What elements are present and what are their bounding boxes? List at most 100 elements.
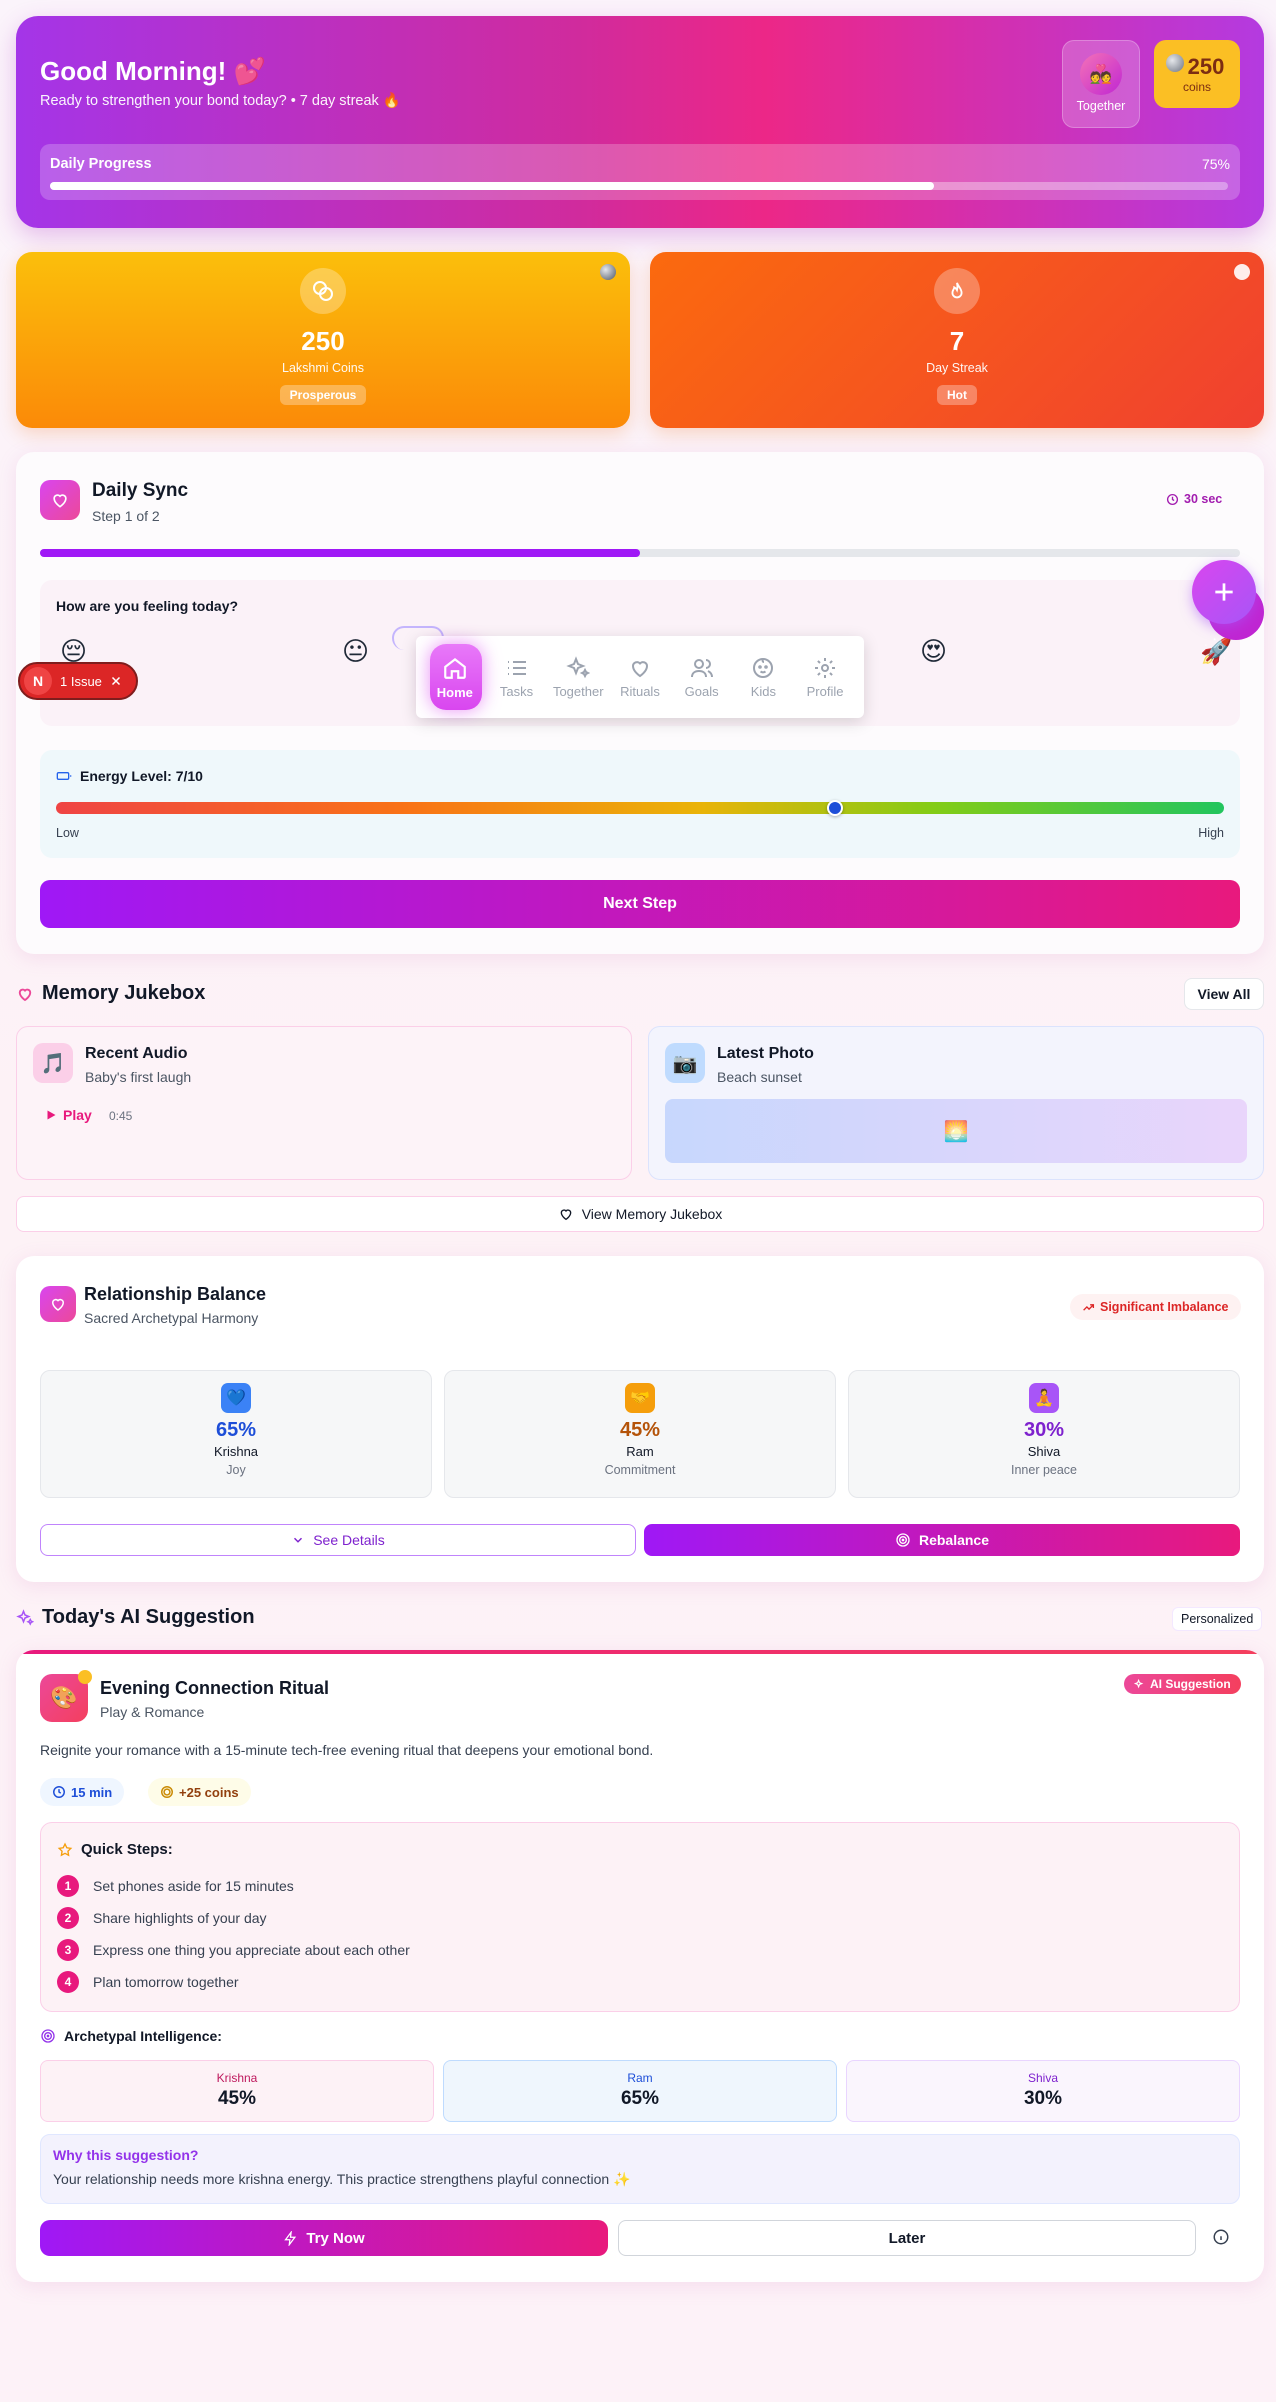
- nav-tasks[interactable]: Tasks: [489, 656, 545, 699]
- intel-shiva: Shiva 30%: [846, 2060, 1240, 2122]
- nav-goals[interactable]: Goals: [674, 656, 730, 699]
- feeling-question: How are you feeling today?: [56, 598, 239, 614]
- mood-love[interactable]: 😍: [920, 636, 947, 667]
- greeting-title: Good Morning! 💕: [40, 56, 266, 86]
- gear-icon: [815, 657, 836, 678]
- baby-icon: [753, 657, 774, 678]
- step-text: Share highlights of your day: [93, 1910, 267, 1926]
- why-suggestion: Why this suggestion? Your relationship n…: [40, 2134, 1240, 2204]
- issue-badge[interactable]: N 1 Issue: [18, 662, 138, 700]
- view-memory-jukebox-button[interactable]: View Memory Jukebox: [16, 1196, 1264, 1232]
- coins-badge[interactable]: 250 coins: [1154, 40, 1240, 108]
- heart-icon: [40, 480, 80, 520]
- archetype-krishna[interactable]: 💙 65% Krishna Joy: [40, 1370, 432, 1498]
- play-button[interactable]: Play: [45, 1107, 92, 1123]
- ai-description: Reignite your romance with a 15-minute t…: [40, 1742, 654, 1758]
- energy-section: Energy Level: 7/10 Low High: [40, 750, 1240, 858]
- nav-profile[interactable]: Profile: [797, 656, 853, 699]
- sync-timer: 30 sec: [1166, 492, 1222, 506]
- intel-value: 45%: [217, 2088, 257, 2109]
- photo-thumbnail[interactable]: 🌅: [665, 1099, 1247, 1163]
- step-item: 2 Share highlights of your day: [57, 1907, 267, 1929]
- intel-krishna: Krishna 45%: [40, 2060, 434, 2122]
- stat-value: 250: [301, 326, 345, 356]
- archetype-shiva[interactable]: 🧘 30% Shiva Inner peace: [848, 1370, 1240, 1498]
- why-text: Your relationship needs more krishna ene…: [53, 2171, 631, 2187]
- rebalance-button[interactable]: Rebalance: [644, 1524, 1240, 1556]
- sync-title: Daily Sync: [92, 480, 189, 501]
- mood-energized[interactable]: 🚀: [1200, 636, 1232, 667]
- users-icon: [690, 658, 713, 677]
- memory-section-title: Memory Jukebox: [16, 982, 205, 1005]
- daily-progress-track: [50, 182, 1228, 190]
- heart-icon: [560, 1209, 572, 1221]
- intel-value: 30%: [1023, 2088, 1063, 2109]
- sparkles-icon: [566, 655, 591, 678]
- flame-icon: [934, 268, 980, 314]
- intel-value: 65%: [620, 2088, 660, 2109]
- heart-icon: [18, 988, 32, 1001]
- coin-icon: [600, 264, 616, 280]
- sync-progress-fill: [40, 549, 640, 557]
- view-all-button[interactable]: View All: [1184, 978, 1264, 1010]
- later-button[interactable]: Later: [618, 2220, 1196, 2256]
- stat-value: 7: [949, 326, 965, 356]
- memory-title: Memory Jukebox: [42, 982, 206, 1004]
- recent-audio-card[interactable]: 🎵 Recent Audio Baby's first laugh Play 0…: [16, 1026, 632, 1180]
- new-indicator-dot: [78, 1670, 92, 1684]
- heart-icon: [40, 1286, 76, 1322]
- play-label: Play: [63, 1107, 92, 1123]
- try-now-button[interactable]: Try Now: [40, 2220, 608, 2256]
- archetype-ram[interactable]: 🤝 45% Ram Commitment: [444, 1370, 836, 1498]
- step-number: 3: [57, 1939, 79, 1961]
- mood-neutral[interactable]: 😐: [342, 636, 369, 667]
- streak-indicator-icon: [1234, 264, 1250, 280]
- step-item: 3 Express one thing you appreciate about …: [57, 1939, 410, 1961]
- ai-suggestion-category: Play & Romance: [100, 1704, 205, 1720]
- archetype-percent: 30%: [1023, 1419, 1065, 1441]
- add-fab-button[interactable]: [1192, 560, 1256, 624]
- info-icon[interactable]: [1212, 2228, 1230, 2246]
- nav-together[interactable]: Together: [550, 655, 606, 699]
- close-icon[interactable]: [110, 675, 122, 687]
- energy-header: Energy Level: 7/10: [56, 768, 203, 784]
- coins-icon: [300, 268, 346, 314]
- day-streak-card[interactable]: 7 Day Streak Hot: [650, 252, 1264, 428]
- relationship-balance-card: Relationship Balance Sacred Archetypal H…: [16, 1256, 1264, 1582]
- see-details-button[interactable]: See Details: [40, 1524, 636, 1556]
- latest-photo-card[interactable]: 📷 Latest Photo Beach sunset 🌅: [648, 1026, 1264, 1180]
- energy-high-label: High: [1198, 826, 1224, 840]
- chevron-down-icon: [294, 1537, 303, 1543]
- nav-kids[interactable]: Kids: [735, 656, 791, 699]
- step-item: 1 Set phones aside for 15 minutes: [57, 1875, 294, 1897]
- energy-slider[interactable]: [56, 800, 1224, 816]
- shiva-icon: 🧘: [1029, 1383, 1059, 1413]
- daily-progress-percent: 75%: [1201, 156, 1230, 172]
- rebalance-label: Rebalance: [918, 1532, 990, 1548]
- step-text: Express one thing you appreciate about e…: [93, 1942, 410, 1958]
- together-button[interactable]: 💑 Together: [1062, 40, 1140, 128]
- nav-label: Kids: [750, 683, 776, 699]
- try-now-label: Try Now: [306, 2229, 365, 2247]
- next-step-button[interactable]: Next Step: [40, 880, 1240, 928]
- greeting-subtitle: Ready to strengthen your bond today? • 7…: [40, 93, 401, 109]
- coins-reward-chip: +25 coins: [148, 1778, 251, 1806]
- sparkles-icon: [16, 1608, 34, 1626]
- energy-label: Energy Level: 7/10: [80, 768, 203, 784]
- intel-ram: Ram 65%: [443, 2060, 837, 2122]
- daily-progress: Daily Progress 75%: [40, 144, 1240, 200]
- step-number: 4: [57, 1971, 79, 1993]
- step-text: Set phones aside for 15 minutes: [93, 1878, 294, 1894]
- nav-rituals[interactable]: Rituals: [612, 656, 668, 699]
- stat-label: Day Streak: [926, 361, 988, 375]
- nav-home[interactable]: Home: [427, 655, 483, 700]
- coins-label: coins: [1182, 80, 1211, 94]
- lightning-icon: [284, 2230, 297, 2246]
- intel-title: Archetypal Intelligence:: [64, 2028, 222, 2044]
- ai-section-title: Today's AI Suggestion: [16, 1606, 255, 1629]
- nav-label: Tasks: [499, 683, 534, 699]
- lakshmi-coins-card[interactable]: 250 Lakshmi Coins Prosperous: [16, 252, 630, 428]
- energy-slider-thumb[interactable]: [826, 800, 843, 816]
- ai-card-accent: [16, 1650, 1264, 1654]
- plus-icon: [1215, 583, 1233, 601]
